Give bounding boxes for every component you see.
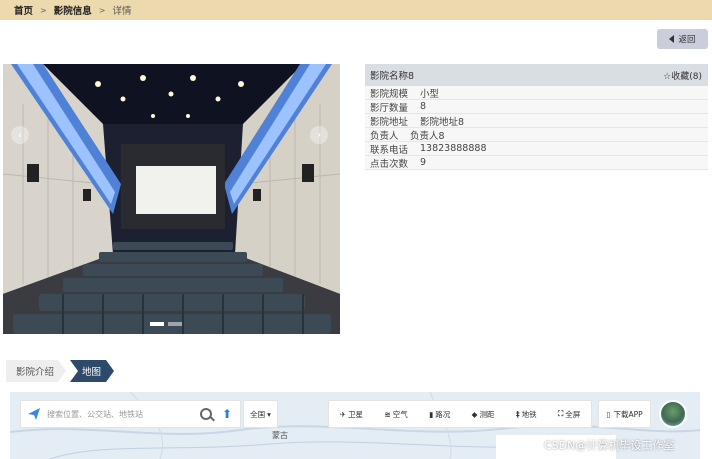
- ruler-icon: ◆: [471, 409, 478, 419]
- tool-label: 路况: [435, 409, 451, 419]
- info-key: 影厅数量: [370, 102, 409, 114]
- air-icon: ≋: [384, 409, 391, 419]
- fullscreen-icon: ⛶: [558, 409, 564, 418]
- info-row: 负责人 负责人8: [365, 128, 708, 142]
- tool-label: 卫星: [348, 409, 363, 419]
- avatar[interactable]: [659, 400, 687, 428]
- tool-label: 全屏: [565, 409, 581, 419]
- region-select[interactable]: 全国 ▾: [243, 400, 278, 428]
- map-search-input[interactable]: 搜索位置、公交站、地铁站: [47, 409, 194, 420]
- breadcrumb-current: 详情: [112, 6, 132, 17]
- map-toolbar: ✈ 卫星 ≋ 空气 ▮ 路况 ◆ 测距 ‡ 地铁 ⛶ 全屏: [328, 400, 592, 428]
- region-select-value: 全国: [250, 409, 266, 419]
- fullscreen-tool[interactable]: ⛶ 全屏: [558, 409, 580, 420]
- chevron-down-icon: ▾: [267, 409, 271, 419]
- search-icon[interactable]: [199, 408, 212, 420]
- info-value: 8: [420, 101, 427, 112]
- tool-label: 空气: [392, 409, 408, 419]
- back-button-label: 返回: [678, 35, 696, 45]
- map-search-box[interactable]: 搜索位置、公交站、地铁站 ⬆: [20, 400, 241, 428]
- back-arrow-icon: [669, 35, 675, 43]
- info-row: 影厅数量 8: [365, 100, 708, 114]
- info-key: 影院地址: [370, 116, 409, 128]
- info-value: 影院地址8: [420, 116, 465, 128]
- favorite-button[interactable]: ☆收藏(8): [663, 69, 702, 82]
- info-key: 负责人: [370, 130, 399, 142]
- info-row: 联系电话 13823888888: [365, 142, 708, 156]
- breadcrumb-home[interactable]: 首页: [14, 3, 33, 17]
- phone-icon: ▯: [606, 409, 611, 419]
- info-value: 小型: [420, 88, 440, 100]
- carousel-dot[interactable]: [150, 322, 164, 326]
- traffic-tool[interactable]: ▮ 路况: [429, 409, 450, 420]
- info-key: 联系电话: [370, 144, 409, 156]
- breadcrumb-section[interactable]: 影院信息: [54, 3, 92, 17]
- traffic-icon: ▮: [429, 409, 434, 419]
- tool-label: 测距: [479, 409, 495, 419]
- download-app-button[interactable]: ▯ 下载APP: [598, 400, 651, 428]
- carousel-prev-button[interactable]: ‹: [11, 126, 29, 144]
- info-key: 影院规模: [370, 88, 409, 100]
- map-place-label: 蒙古: [272, 431, 288, 440]
- breadcrumb-separator: >: [98, 5, 106, 15]
- measure-tool[interactable]: ◆ 测距: [472, 409, 495, 420]
- info-value: 13823888888: [420, 143, 487, 154]
- watermark-text: CSDN@计算机毕设工作室: [544, 439, 675, 452]
- detail-tabs: 影院介绍 地图: [6, 360, 114, 382]
- air-tool[interactable]: ≋ 空气: [384, 409, 407, 420]
- tool-label: 地铁: [521, 409, 537, 419]
- cinema-info-header: 影院名称8 ☆收藏(8): [365, 64, 708, 86]
- info-key: 点击次数: [370, 158, 409, 170]
- route-icon[interactable]: ⬆: [222, 407, 232, 421]
- satellite-tool[interactable]: ✈ 卫星: [340, 409, 363, 420]
- cinema-photo: [3, 64, 340, 334]
- satellite-icon: ✈: [339, 409, 346, 419]
- carousel-dot[interactable]: [168, 322, 182, 326]
- breadcrumb: 首页 > 影院信息 > 详情: [0, 0, 712, 20]
- info-row: 影院地址 影院地址8: [365, 114, 708, 128]
- carousel-indicators: [150, 322, 182, 326]
- carousel-next-button[interactable]: ›: [310, 126, 328, 144]
- tab-cinema-intro[interactable]: 影院介绍: [6, 360, 66, 382]
- cinema-info-panel: 影院名称8 ☆收藏(8) 影院规模 小型 影厅数量 8 影院地址 影院地址8 负…: [365, 64, 708, 170]
- cinema-photo-carousel: [3, 64, 340, 334]
- download-app-label: 下载APP: [613, 409, 643, 419]
- navigate-plane-icon: [28, 408, 40, 420]
- back-button[interactable]: 返回: [657, 29, 708, 49]
- info-value: 9: [420, 157, 427, 168]
- subway-icon: ‡: [515, 409, 520, 419]
- tab-map[interactable]: 地图: [70, 360, 114, 382]
- info-row: 点击次数 9: [365, 156, 708, 170]
- breadcrumb-separator: >: [40, 5, 47, 15]
- info-row: 影院规模 小型: [365, 86, 708, 100]
- cinema-name: 影院名称8: [370, 71, 415, 82]
- subway-tool[interactable]: ‡ 地铁: [516, 409, 537, 420]
- info-value: 负责人8: [410, 130, 445, 142]
